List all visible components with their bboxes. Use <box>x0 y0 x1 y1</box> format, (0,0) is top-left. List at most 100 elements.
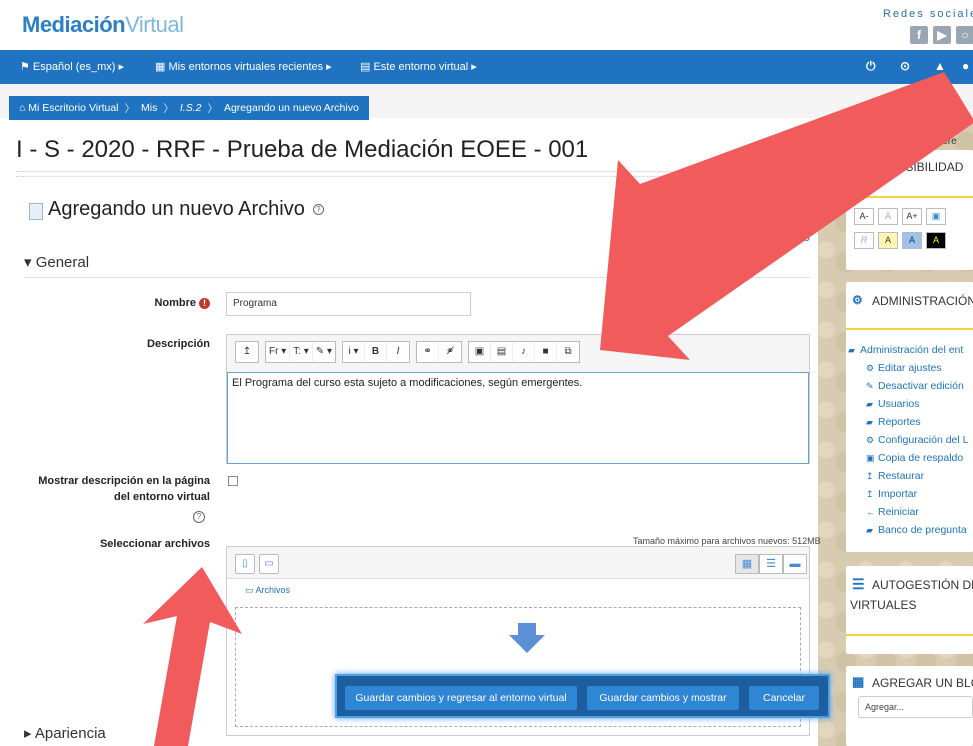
record-video-button[interactable]: ■ <box>535 342 558 362</box>
blocks-icon: ▦ <box>852 674 865 689</box>
section-general-label: General <box>35 254 90 271</box>
messages-icon[interactable]: ● <box>962 59 969 73</box>
tree-view-icon[interactable]: ▬ <box>783 554 807 574</box>
block-divider <box>846 328 973 330</box>
italic-button[interactable]: I <box>387 342 409 362</box>
help-icon[interactable]: ? <box>312 204 324 216</box>
nombre-input[interactable]: Programa <box>226 292 471 316</box>
agregar-bloque-select[interactable]: Agregar... <box>858 696 973 718</box>
breadcrumb-course[interactable]: I.S.2 <box>180 102 202 114</box>
unlink-button[interactable]: ⚭̸ <box>439 342 461 362</box>
admin-item-configuracion[interactable]: ⚙ Configuración del L <box>866 434 968 446</box>
administracion-title: ADMINISTRACIÓN <box>872 294 973 308</box>
youtube-icon[interactable]: ▶ <box>933 26 951 44</box>
admin-item-copia-respaldo-label: Copia de respaldo <box>878 452 964 464</box>
dark-theme-button[interactable]: A <box>926 232 946 249</box>
block-divider <box>846 196 973 198</box>
admin-item-editar-ajustes[interactable]: ⚙ Editar ajustes <box>866 362 942 374</box>
admin-item-desactivar-edicion[interactable]: ✎ Desactivar edición <box>866 380 964 392</box>
admin-item-reiniciar[interactable]: ← Reiniciar <box>866 506 919 518</box>
link-button[interactable]: ⚭ <box>417 342 440 362</box>
course-title: I - S - 2020 - RRF - Prueba de Mediación… <box>16 136 589 163</box>
admin-item-editar-ajustes-label: Editar ajustes <box>878 362 942 374</box>
expand-all-link[interactable]: Expandir todo <box>742 232 810 244</box>
descripcion-label: Descripción <box>147 338 210 350</box>
social-label: Redes sociale <box>883 8 973 20</box>
toolbar-group-5: ▣ ▤ ♪ ■ ⧉ <box>468 341 581 363</box>
grid-view-icon[interactable]: ▦ <box>735 554 759 574</box>
settings-icon[interactable]: ⊙ <box>900 59 910 73</box>
upload-icon: ↥ <box>866 471 874 481</box>
help-icon[interactable]: ? <box>193 511 205 523</box>
admin-item-copia-respaldo[interactable]: ▣ Copia de respaldo <box>866 452 963 464</box>
image-button[interactable]: ▣ <box>469 342 492 362</box>
power-icon[interactable]: ⏻ <box>866 59 876 74</box>
accesibilidad-title: ACCESIBILIDAD <box>872 160 964 174</box>
yellow-theme-button[interactable]: A <box>878 232 898 249</box>
autogestion-title-2: VIRTUALES <box>850 598 917 612</box>
toolbar-toggle-button[interactable]: ↥ <box>236 342 258 362</box>
nombre-label: Nombre! <box>120 297 210 309</box>
font-increase-button[interactable]: A+ <box>902 208 922 225</box>
font-reset-button[interactable]: A <box>878 208 898 225</box>
admin-item-importar[interactable]: ↥ Importar <box>866 488 917 500</box>
breadcrumb-mis[interactable]: Mis <box>141 102 157 114</box>
admin-item-restaurar[interactable]: ↥ Restaurar <box>866 470 924 482</box>
title-divider <box>16 171 816 177</box>
menu-icon: ☰ <box>852 160 863 174</box>
accesibilidad-block: ☰ ACCESIBILIDAD A- A A+ ▣ R A A A <box>846 150 973 270</box>
save-settings-icon[interactable]: ▣ <box>926 208 946 225</box>
admin-item-banco-preguntas[interactable]: ▰ Banco de pregunta <box>866 524 967 536</box>
social-icon-3[interactable]: ○ <box>956 26 973 44</box>
font-family-button[interactable]: Fr ▾ <box>266 342 291 362</box>
breadcrumb: ⌂ Mi Escritorio Virtual 〉 Mis 〉 I.S.2 〉 … <box>9 96 369 120</box>
blue-theme-button[interactable]: A <box>902 232 922 249</box>
cancel-button[interactable]: Cancelar <box>749 686 819 710</box>
bold-button[interactable]: B <box>365 342 388 362</box>
mostrar-descripcion-checkbox[interactable] <box>228 476 238 486</box>
save-show-button[interactable]: Guardar cambios y mostrar <box>587 686 739 710</box>
file-picker-toolbar: ▯ ▭ ▦ ☰ ▬ <box>227 547 809 579</box>
admin-item-usuarios-label: Usuarios <box>878 398 920 410</box>
admin-item-restaurar-label: Restaurar <box>878 470 925 482</box>
this-env-menu[interactable]: ▤ Este entorno virtual ▸ <box>360 60 477 73</box>
section-general-toggle[interactable]: ▾ General <box>24 253 89 271</box>
add-file-icon[interactable]: ▯ <box>235 554 255 574</box>
admin-item-usuarios[interactable]: ▰ Usuarios <box>866 398 919 410</box>
max-size-note: Tamaño máximo para archivos nuevos: 512M… <box>633 536 821 546</box>
toolbar-group-4: ⚭ ⚭̸ <box>416 341 463 363</box>
breadcrumb-home[interactable]: Mi Escritorio Virtual <box>28 102 118 114</box>
page-heading: Agregando un nuevo Archivo? <box>48 198 324 221</box>
autogestion-title: AUTOGESTIÓN DE <box>872 578 973 592</box>
site-logo[interactable]: MediaciónVirtual <box>22 12 184 38</box>
record-audio-button[interactable]: ♪ <box>513 342 536 362</box>
toolbar-group-2: Fr ▾ T: ▾ ✎ ▾ <box>265 341 337 363</box>
paragraph-style-button[interactable]: ✎ ▾ <box>313 342 335 362</box>
file-path[interactable]: ▭ Archivos <box>245 585 290 596</box>
language-menu[interactable]: ⚑ Español (es_mx) ▸ <box>20 60 124 73</box>
manage-files-button[interactable]: ⧉ <box>557 342 579 362</box>
info-button[interactable]: i ▾ <box>343 342 366 362</box>
description-textarea[interactable]: El Programa del curso esta sujeto a modi… <box>227 372 809 464</box>
mostrar-descripcion-label: Mostrar descripción en la página del ent… <box>38 475 210 503</box>
section-apariencia-toggle[interactable]: ▸ Apariencia <box>24 724 106 742</box>
media-button[interactable]: ▤ <box>491 342 514 362</box>
admin-item-reportes[interactable]: ▰ Reportes <box>866 416 921 428</box>
list-view-icon[interactable]: ☰ <box>759 554 783 574</box>
reset-colors-button[interactable]: R <box>854 232 874 249</box>
font-decrease-button[interactable]: A- <box>854 208 874 225</box>
font-size-button[interactable]: T: ▾ <box>290 342 313 362</box>
notification-bell-icon[interactable]: ▲ <box>934 59 946 73</box>
gear-icon: ⚙ <box>866 363 875 373</box>
drop-arrow-head-icon <box>509 635 545 653</box>
autogestion-block: ☰ AUTOGESTIÓN DE VIRTUALES <box>846 566 973 654</box>
create-folder-icon[interactable]: ▭ <box>259 554 279 574</box>
save-return-button[interactable]: Guardar cambios y regresar al entorno vi… <box>345 686 577 710</box>
facebook-icon[interactable]: f <box>910 26 928 44</box>
breadcrumb-current: Agregando un nuevo Archivo <box>223 102 359 114</box>
required-icon: ! <box>199 297 210 309</box>
recent-envs-menu[interactable]: ▦ Mis entornos virtuales recientes ▸ <box>155 60 332 73</box>
admin-item-root[interactable]: ▰ Administración del ent <box>848 344 963 356</box>
sidebar-dock-label[interactable]: Dere <box>935 136 957 147</box>
breadcrumb-sep-icon: 〉 <box>163 102 174 115</box>
